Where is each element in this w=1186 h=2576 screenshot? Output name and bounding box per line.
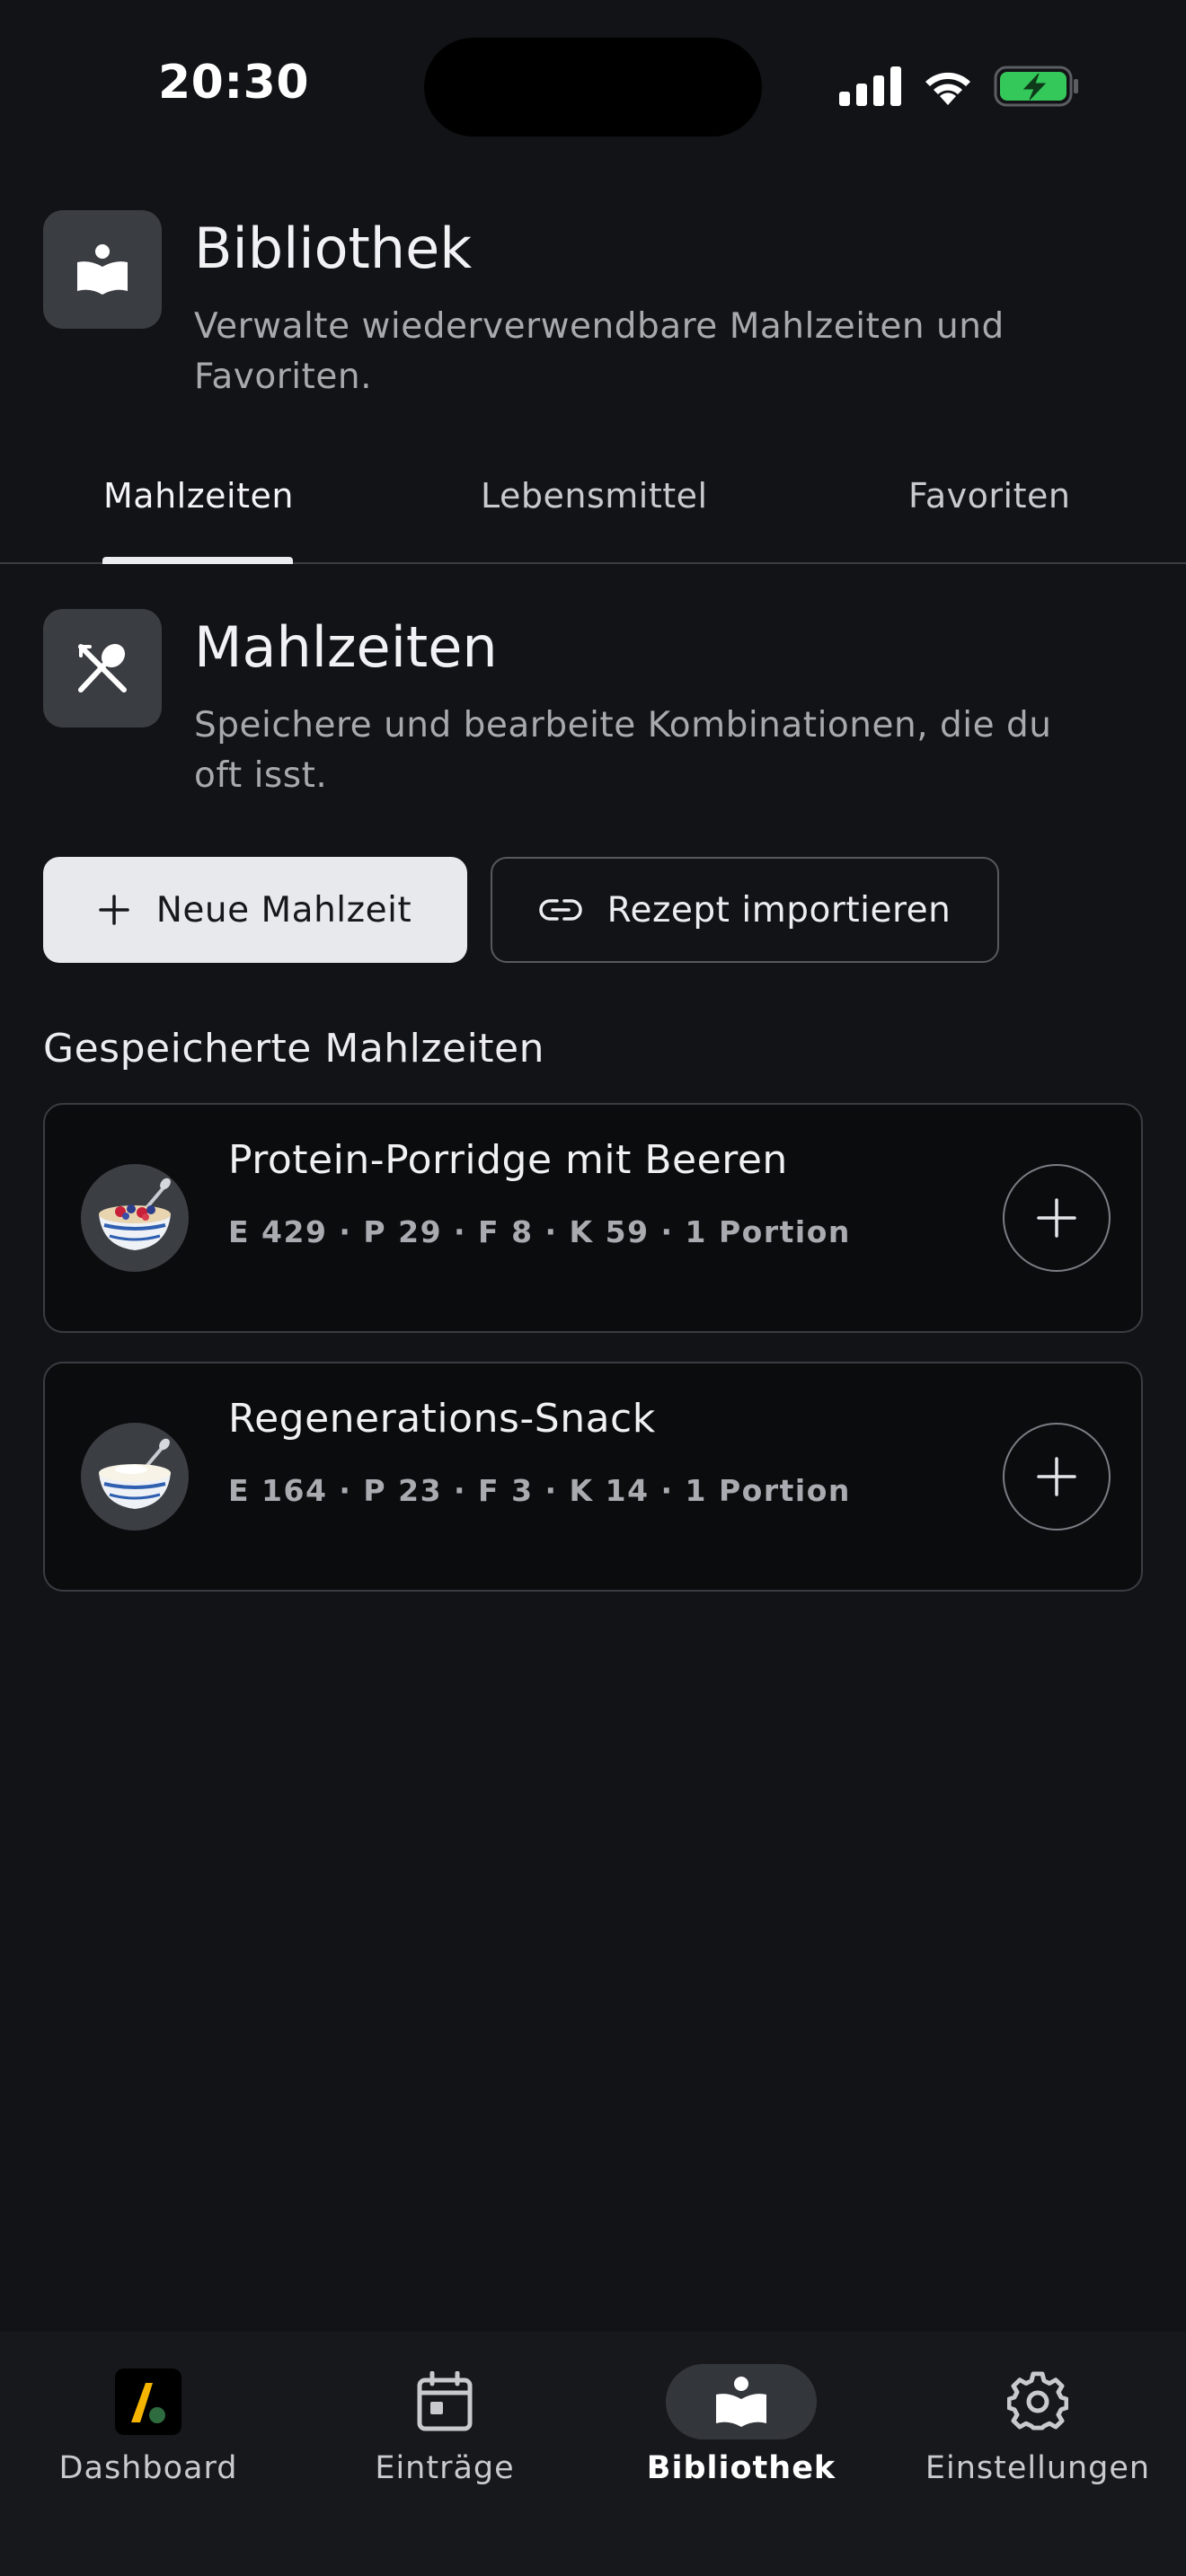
add-meal-button[interactable] — [1003, 1164, 1111, 1272]
status-bar: 20:30 — [0, 0, 1186, 171]
saved-meals-heading: Gespeicherte Mahlzeiten — [43, 1026, 544, 1072]
page-subtitle: Verwalte wiederverwendbare Mahlzeiten un… — [194, 306, 1005, 397]
import-recipe-label: Rezept importieren — [606, 889, 951, 931]
page-title: Bibliothek — [194, 216, 473, 281]
header-icon — [43, 210, 162, 329]
nav-item-eintraege[interactable]: Einträge — [296, 2350, 593, 2493]
tab-favoriten[interactable]: Favoriten — [908, 476, 1070, 516]
nav-icon — [962, 2364, 1113, 2439]
meal-name: Protein-Porridge mit Beeren — [228, 1137, 788, 1183]
meal-thumbnail — [81, 1423, 189, 1531]
meal-macros: E 429 · P 29 · F 8 · K 59 · 1 Portion — [228, 1214, 851, 1249]
status-time: 20:30 — [158, 56, 310, 110]
tab-bar: Mahlzeiten Lebensmittel Favoriten — [0, 449, 1186, 564]
nav-label: Dashboard — [58, 2450, 238, 2486]
bottom-navigation: Dashboard Einträge Bibliothek Einstellun… — [0, 2332, 1186, 2576]
nav-item-bibliothek[interactable]: Bibliothek — [593, 2350, 890, 2493]
wifi-icon — [925, 72, 970, 105]
section-icon — [43, 609, 162, 728]
nav-icon — [73, 2364, 224, 2439]
meal-thumbnail — [81, 1164, 189, 1272]
new-meal-label: Neue Mahlzeit — [155, 889, 412, 931]
add-meal-button[interactable] — [1003, 1423, 1111, 1531]
meal-card[interactable]: Protein-Porridge mit Beeren E 429 · P 29… — [43, 1103, 1143, 1333]
tab-lebensmittel[interactable]: Lebensmittel — [481, 476, 708, 516]
section-title: Mahlzeiten — [194, 614, 498, 680]
meal-name: Regenerations-Snack — [228, 1396, 656, 1442]
dynamic-island — [424, 38, 762, 137]
section-subtitle: Speichere und bearbeite Kombinationen, d… — [194, 705, 1052, 796]
book-reader-icon — [77, 244, 128, 295]
nav-item-dashboard[interactable]: Dashboard — [0, 2350, 296, 2493]
nav-label: Einstellungen — [925, 2450, 1151, 2486]
battery-charging-icon — [994, 66, 1078, 107]
nav-icon — [369, 2364, 520, 2439]
status-icons — [839, 63, 1080, 110]
link-icon — [538, 899, 582, 921]
plus-icon — [1037, 1457, 1076, 1496]
cellular-signal-icon — [839, 66, 901, 106]
gear-icon — [1007, 2371, 1068, 2430]
fork-spoon-icon — [78, 643, 127, 693]
plus-icon — [99, 895, 129, 925]
active-tab-indicator — [102, 557, 293, 564]
nav-label: Einträge — [375, 2450, 515, 2486]
plus-icon — [1037, 1198, 1076, 1238]
book-reader-icon — [716, 2377, 766, 2427]
nav-item-einstellungen[interactable]: Einstellungen — [890, 2350, 1186, 2493]
nav-icon — [666, 2364, 817, 2439]
tab-mahlzeiten[interactable]: Mahlzeiten — [103, 476, 294, 516]
app-logo-icon — [115, 2369, 181, 2435]
porridge-berries-icon — [99, 1178, 171, 1250]
meal-macros: E 164 · P 23 · F 3 · K 14 · 1 Portion — [228, 1473, 851, 1508]
yogurt-bowl-icon — [99, 1438, 171, 1509]
import-recipe-button[interactable]: Rezept importieren — [491, 857, 999, 963]
nav-label: Bibliothek — [646, 2450, 836, 2486]
new-meal-button[interactable]: Neue Mahlzeit — [43, 857, 467, 963]
calendar-icon — [417, 2371, 473, 2431]
meal-card[interactable]: Regenerations-Snack E 164 · P 23 · F 3 ·… — [43, 1362, 1143, 1592]
